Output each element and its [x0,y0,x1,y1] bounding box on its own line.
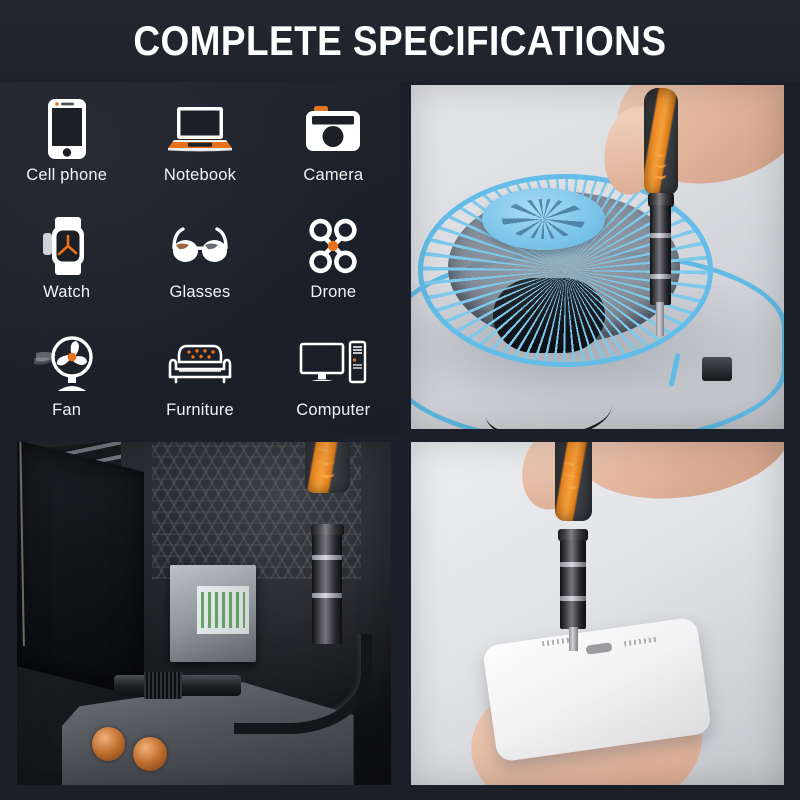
module-label [196,586,249,635]
photo-fan-repair-content [411,85,784,429]
copper-rivet [132,736,167,772]
photo-fan-repair [411,85,784,429]
spec-item-drone: Drone [267,199,400,316]
screwdriver-bit [568,627,578,652]
spec-label: Drone [310,283,357,302]
specifications-grid: Cell phone Notebook Camera Watch Glasses… [0,82,400,434]
screwdriver-ring [650,232,672,238]
page-title: COMPLETE SPECIFICATIONS [133,17,667,64]
photo-phone-repair-content [411,442,784,785]
cell-phone-icon [34,96,100,162]
spec-label: Cell phone [26,166,108,185]
spec-item-watch: Watch [0,199,133,316]
fan-hub-cap [481,188,605,251]
copper-rivet [91,726,126,761]
drone-icon [300,213,366,279]
header-banner: COMPLETE SPECIFICATIONS [0,0,800,82]
spec-label: Watch [43,283,91,302]
glasses-icon [167,213,233,279]
screwdriver-ring [650,274,672,279]
screwdriver-shaft [560,539,587,629]
screwdriver-chevrons [644,150,678,184]
product-spec-page: COMPLETE SPECIFICATIONS Cell phone Noteb… [0,0,800,800]
photo-phone-repair [411,442,784,785]
extension-knurled-grip [144,671,182,700]
spec-label: Computer [296,400,371,419]
graphics-card-edge [18,442,134,672]
spec-item-computer: Computer [267,317,400,434]
computer-icon [300,331,367,397]
screwdriver-ring [312,555,343,560]
spec-item-notebook: Notebook [133,82,266,199]
spec-label: Furniture [166,400,234,419]
fan-power-cord [486,381,613,429]
screwdriver-bit [655,301,664,337]
fan-cord-clip [701,356,732,381]
spec-label: Glasses [169,283,231,302]
screwdriver-shaft [650,205,672,306]
fan-icon [33,331,100,397]
furniture-icon [167,331,233,397]
screwdriver-shaft [312,534,343,645]
screwdriver-chevrons [555,459,592,493]
spec-item-cell-phone: Cell phone [0,82,133,199]
spec-label: Fan [52,400,82,419]
specifications-panel: Cell phone Notebook Camera Watch Glasses… [0,82,400,434]
watch-icon [34,213,100,279]
screwdriver-ring [312,592,343,598]
screwdriver-ring [560,562,587,567]
spec-label: Camera [303,166,364,185]
spec-item-camera: Camera [267,82,400,199]
screwdriver-ring [560,596,587,602]
spec-label: Notebook [163,166,237,185]
photo-pc-interior-repair [17,442,391,785]
screwdriver-chevrons [305,445,350,483]
camera-icon [300,96,366,162]
spec-item-furniture: Furniture [133,317,266,434]
photo-pc-interior-content [17,442,391,785]
notebook-icon [167,96,233,162]
spec-item-fan: Fan [0,317,133,434]
spec-item-glasses: Glasses [133,199,266,316]
